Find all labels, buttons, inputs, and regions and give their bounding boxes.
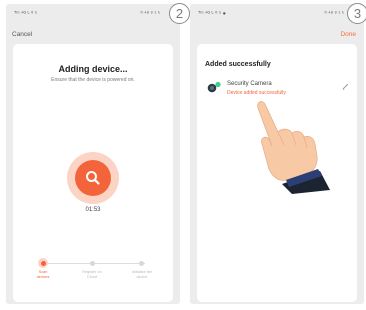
progress-step-register-dot — [90, 261, 95, 266]
step-number-2: 2 — [169, 3, 190, 24]
pointing-hand-icon — [257, 101, 330, 194]
progress-step-scan-dot — [38, 258, 48, 268]
progress-step-initialize-label: Initialize the device — [131, 270, 153, 279]
added-title: Added successfully — [205, 61, 271, 68]
added-device-card: Added successfully Security Camera Devic… — [197, 44, 357, 302]
step-number-3: 3 — [347, 3, 366, 24]
phone-screen-adding-device: ᵀᵐ ⁴ᴳ ᴸ ⁰ ⁵ ⁰ ⁴⁸ ⁹ ¹ ⁵ Cancel Adding dev… — [6, 4, 180, 304]
status-bar: ᵀᵐ ⁴ᴳ ᴸ ⁰ ⁵ ● ⁰ ⁴⁸ ⁹ ¹ ⁵ — [198, 11, 356, 21]
search-icon — [86, 171, 100, 185]
done-button[interactable]: Done — [340, 31, 356, 38]
countdown-timer: 01:53 — [85, 207, 101, 213]
progress-step-register-label: Register on Cloud — [82, 270, 102, 279]
page-title: Adding device... — [58, 64, 128, 74]
phone-screen-added-successfully: ᵀᵐ ⁴ᴳ ᴸ ⁰ ⁵ ● ⁰ ⁴⁸ ⁹ ¹ ⁵ Done Added succ… — [190, 4, 364, 304]
camera-icon — [207, 81, 221, 93]
pencil-icon[interactable] — [342, 83, 349, 90]
status-indicators-right: ⁰ ⁴⁸ ⁹ ¹ ⁵ — [324, 11, 344, 17]
cancel-button[interactable]: Cancel — [12, 31, 32, 38]
page-subtitle: Ensure that the device is powered on. — [51, 77, 135, 83]
progress-step-scan-label: Scan devices — [36, 270, 50, 279]
progress-step-initialize-dot — [139, 261, 144, 266]
status-indicators-left: ᵀᵐ ⁴ᴳ ᴸ ⁰ ⁵ ● — [198, 11, 227, 17]
status-indicators-right: ⁰ ⁴⁸ ⁹ ¹ ⁵ — [140, 11, 160, 17]
status-bar: ᵀᵐ ⁴ᴳ ᴸ ⁰ ⁵ ⁰ ⁴⁸ ⁹ ¹ ⁵ — [14, 11, 172, 21]
device-name: Security Camera — [227, 81, 272, 87]
status-indicators-left: ᵀᵐ ⁴ᴳ ᴸ ⁰ ⁵ — [14, 11, 38, 17]
adding-device-card: Adding device... Ensure that the device … — [13, 44, 173, 302]
search-indicator — [67, 152, 119, 204]
